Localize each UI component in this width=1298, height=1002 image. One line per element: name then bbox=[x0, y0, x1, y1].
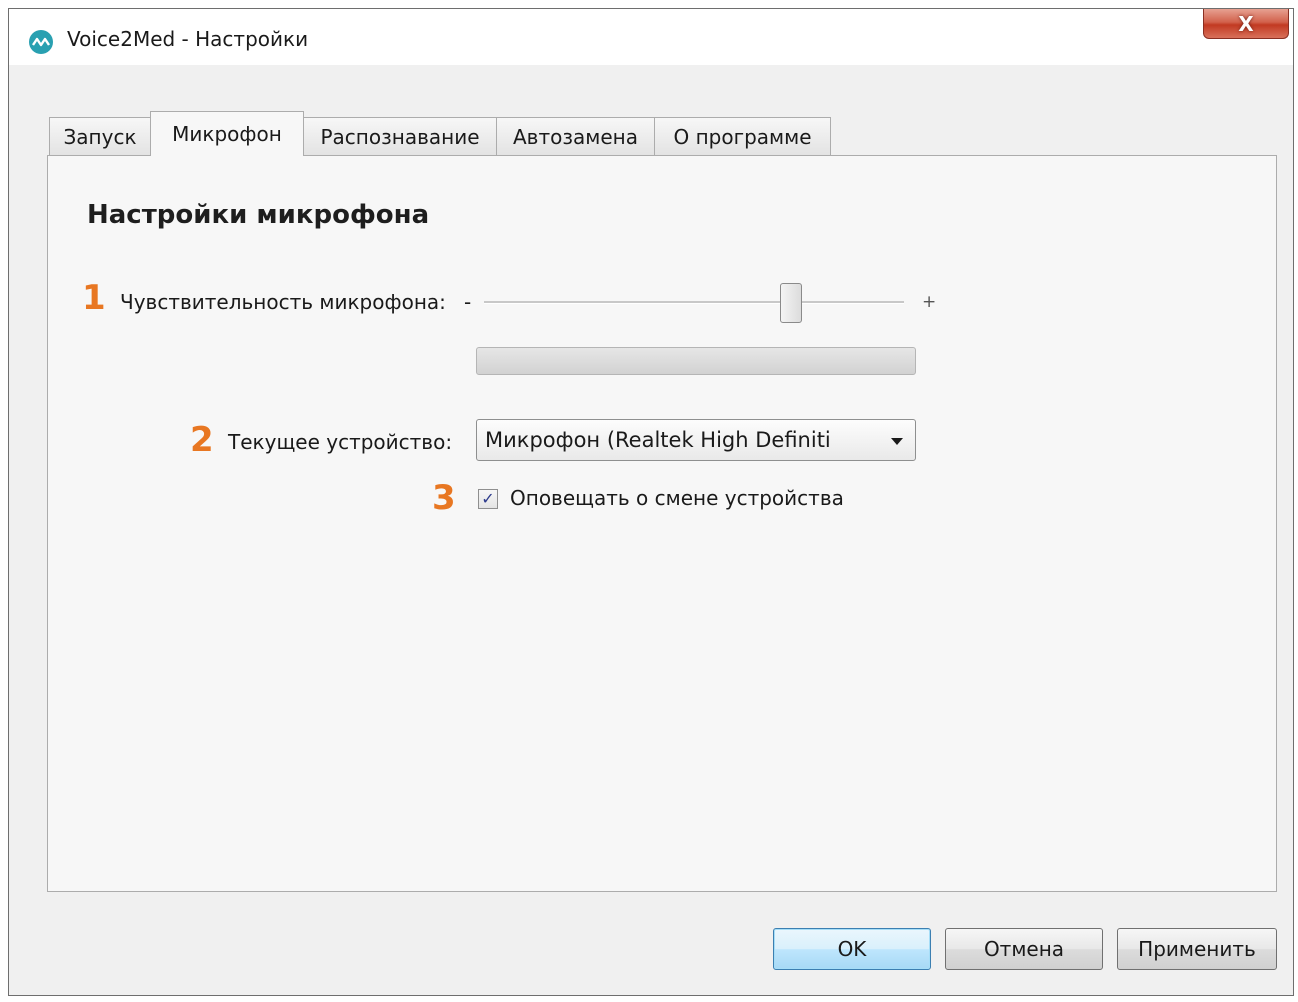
marker-2: 2 bbox=[190, 420, 214, 460]
ok-button[interactable]: OK bbox=[773, 928, 931, 970]
device-dropdown[interactable]: Микрофон (Realtek High Definiti bbox=[476, 419, 916, 461]
sensitivity-slider-thumb[interactable] bbox=[780, 283, 802, 323]
window-client-area: Запуск Микрофон Распознавание Автозамена… bbox=[11, 65, 1291, 993]
tab-startup[interactable]: Запуск bbox=[49, 117, 151, 155]
tab-recognition[interactable]: Распознавание bbox=[303, 117, 497, 155]
sensitivity-minus-label: - bbox=[464, 290, 472, 314]
notify-device-change-checkbox[interactable]: ✓ bbox=[478, 489, 498, 509]
marker-1: 1 bbox=[82, 278, 106, 318]
tab-autoreplace[interactable]: Автозамена bbox=[496, 117, 655, 155]
input-level-meter bbox=[476, 347, 916, 375]
window-title: Voice2Med - Настройки bbox=[67, 27, 309, 51]
device-dropdown-value: Микрофон (Realtek High Definiti bbox=[485, 428, 831, 452]
close-button[interactable]: X bbox=[1203, 9, 1289, 39]
app-logo-icon bbox=[29, 30, 53, 54]
device-label: Текущее устройство: bbox=[228, 430, 453, 454]
title-bar: Voice2Med - Настройки X bbox=[9, 9, 1293, 65]
microphone-settings-panel: Настройки микрофона 1 Чувствительность м… bbox=[47, 155, 1277, 892]
sensitivity-slider-track[interactable] bbox=[484, 301, 904, 304]
tab-microphone[interactable]: Микрофон bbox=[150, 111, 304, 156]
cancel-button[interactable]: Отмена bbox=[945, 928, 1103, 970]
marker-3: 3 bbox=[432, 478, 456, 518]
sensitivity-label: Чувствительность микрофона: bbox=[120, 290, 446, 314]
apply-button[interactable]: Применить bbox=[1117, 928, 1277, 970]
tab-about[interactable]: О программе bbox=[654, 117, 831, 155]
settings-window: Voice2Med - Настройки X Запуск Микрофон … bbox=[8, 8, 1294, 996]
dropdown-arrow-icon bbox=[891, 438, 903, 445]
section-title: Настройки микрофона bbox=[87, 200, 430, 230]
sensitivity-plus-label: + bbox=[922, 292, 937, 312]
notify-device-change-label[interactable]: Оповещать о смене устройства bbox=[510, 486, 844, 510]
